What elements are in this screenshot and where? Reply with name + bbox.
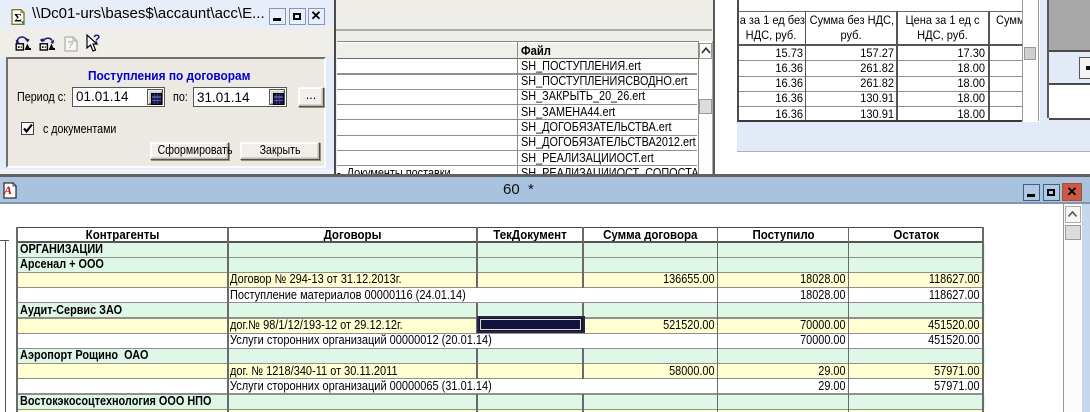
- svg-text:?: ?: [93, 34, 100, 46]
- svg-text:?: ?: [68, 40, 74, 51]
- svg-text:A: A: [3, 183, 12, 197]
- svg-text:Σ: Σ: [14, 13, 22, 25]
